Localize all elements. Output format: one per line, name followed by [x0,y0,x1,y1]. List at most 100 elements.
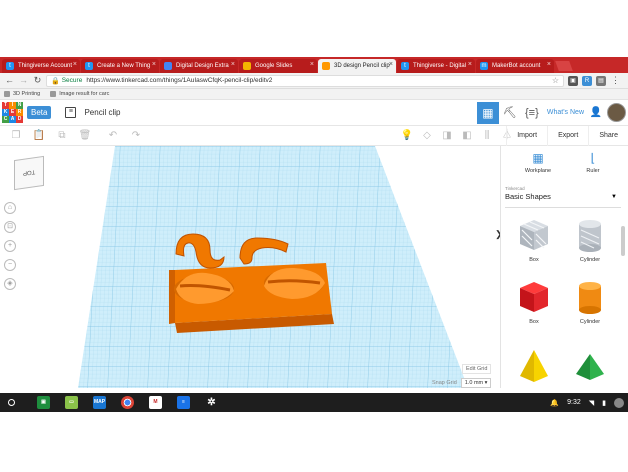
chrome-app-icon[interactable] [121,396,134,409]
note-icon[interactable]: ◇ [420,129,434,143]
close-tab-icon[interactable]: × [152,61,156,68]
tab-label: Thingiverse Account [18,63,73,69]
snap-grid-label: Snap Grid [432,380,457,386]
3d-workspace[interactable]: TOP ⌂ ⊡ + − ◈ Edit Grid Snap Grid 1.0 mm… [0,146,500,388]
workplane-scene[interactable] [0,146,500,388]
tab-label: 3D design Pencil clip [334,63,390,69]
notification-icon[interactable]: 🔔 [550,399,559,407]
launcher-icon[interactable] [8,399,15,406]
tab-strip: t Thingiverse Account × t Create a New T… [0,57,628,73]
codeblocks-icon[interactable]: {≡} [521,102,543,124]
extension-icon[interactable]: ▣ [568,75,578,86]
url-field[interactable]: 🔒 Secure https://www.tinkercad.com/thing… [46,74,564,87]
avatar[interactable] [607,103,626,122]
shape-box-red[interactable]: Box [509,278,559,325]
dropdown-caret-icon: ▼ [611,194,617,200]
add-user-icon[interactable]: 👤 [588,105,604,121]
shape-cylinder-orange[interactable]: Cylinder [565,278,615,325]
tab-label: Google Slides [255,63,293,69]
forward-icon[interactable]: → [18,75,29,86]
close-tab-icon[interactable]: × [231,61,235,68]
tab-create-new-thing[interactable]: t Create a New Thing × [81,59,159,73]
redo-icon[interactable]: ↷ [129,129,143,143]
tab-digital-design[interactable]: Digital Design Extra × [160,59,238,73]
docs-app-icon[interactable]: ≡ [177,396,190,409]
zoom-in-icon[interactable]: + [4,240,16,252]
shape-label: Cylinder [579,319,601,325]
extension-icon[interactable]: R [582,75,592,86]
perspective-icon[interactable]: ◈ [4,278,16,290]
loading-icon: ✲ [207,397,216,408]
bookmark-item[interactable]: Image result for carc [50,91,109,97]
status-area[interactable]: 🔔 9:32 ◥ ▮ [546,397,628,408]
ruler-label: Ruler [586,168,600,174]
address-bar: ← → ↻ 🔒 Secure https://www.tinkercad.com… [0,73,628,89]
slides-app-icon[interactable]: ▭ [65,396,78,409]
pencil-clip-base[interactable] [169,263,334,333]
export-button[interactable]: Export [547,126,588,146]
clock: 9:32 [567,399,581,406]
snap-grid-select[interactable]: 1.0 mm ▾ [460,378,492,388]
zoom-out-icon[interactable]: − [4,259,16,271]
close-tab-icon[interactable]: × [389,61,393,68]
roof-green-icon [576,354,604,380]
panel-scrollbar[interactable] [621,226,625,256]
close-tab-icon[interactable]: × [547,61,551,68]
undo-icon[interactable]: ↶ [106,129,120,143]
paste-icon[interactable]: 📋 [32,129,46,143]
ungroup-icon[interactable]: ◧ [460,129,474,143]
view-cube[interactable]: TOP [14,155,44,191]
share-button[interactable]: Share [588,126,628,146]
tab-google-slides[interactable]: Google Slides × [239,59,317,73]
light-icon[interactable]: 💡 [400,129,414,143]
os-shelf: ▣ ▭ MAP M ≡ ✲ 🔔 9:32 ◥ ▮ [0,393,628,412]
duplicate-icon[interactable]: ⧉ [55,129,69,143]
new-tab-button[interactable] [555,61,573,71]
shape-cylinder-striped[interactable]: Cylinder [565,216,615,263]
shape-label: Box [529,257,539,263]
home-view-icon[interactable]: ⌂ [4,202,16,214]
bookmarks-bar: 3D Printing Image result for carc [0,89,628,100]
shapes-panel: ▦ Workplane ⌊ Ruler Tinkercad Basic Shap… [500,146,628,388]
workplane-tool[interactable]: ▦ Workplane [513,150,563,174]
copy-icon[interactable]: ❐ [9,129,23,143]
tab-3d-design-pencil-clip[interactable]: 3D design Pencil clip × [318,59,396,73]
tab-thingiverse-digital[interactable]: t Thingiverse - Digital × [397,59,475,73]
grid-view-icon[interactable]: ▦ [476,101,499,124]
tab-makerbot-account[interactable]: m MakerBot account × [476,59,554,73]
shape-roof-green[interactable] [565,346,615,387]
library-source: Tinkercad [505,186,525,191]
bookmark-star-icon[interactable]: ☆ [552,76,559,85]
ruler-tool[interactable]: ⌊ Ruler [568,150,618,174]
design-list-icon[interactable]: ≡ [65,107,77,118]
menu-icon[interactable]: ⋮ [610,75,621,86]
import-button[interactable]: Import [506,126,547,146]
shape-library-select[interactable]: Tinkercad Basic Shapes ▼ [505,186,621,208]
whats-new-link[interactable]: What's New [547,109,584,116]
gmail-app-icon[interactable]: M [149,396,162,409]
bookmark-item[interactable]: 3D Printing [4,91,40,97]
tab-thingiverse-account[interactable]: t Thingiverse Account × [2,59,80,73]
fit-view-icon[interactable]: ⊡ [4,221,16,233]
shape-box-striped[interactable]: Box [509,216,559,263]
extension-icon[interactable]: ▤ [596,75,606,86]
delete-icon[interactable]: 🗑 [78,129,92,143]
build-pickaxe-icon[interactable]: ⛏ [499,102,521,124]
close-tab-icon[interactable]: × [468,61,472,68]
account-icon [614,397,624,408]
close-tab-icon[interactable]: × [73,61,77,68]
project-name[interactable]: Pencil clip [84,108,120,117]
shape-pyramid-yellow[interactable] [509,346,559,387]
classroom-app-icon[interactable]: ▣ [37,396,50,409]
secure-label: Secure [61,77,83,84]
tinkercad-logo[interactable]: TIN KER CAD [2,102,23,123]
close-tab-icon[interactable]: × [310,61,314,68]
reload-icon[interactable]: ↻ [32,75,43,86]
map-app-icon[interactable]: MAP [93,396,106,409]
back-icon[interactable]: ← [4,75,15,86]
edit-grid-button[interactable]: Edit Grid [462,364,492,374]
slides-icon [243,62,251,70]
group-icon[interactable]: ◨ [440,129,454,143]
align-icon[interactable]: ⫼ [480,129,494,143]
cylinder-orange-icon [579,282,601,314]
